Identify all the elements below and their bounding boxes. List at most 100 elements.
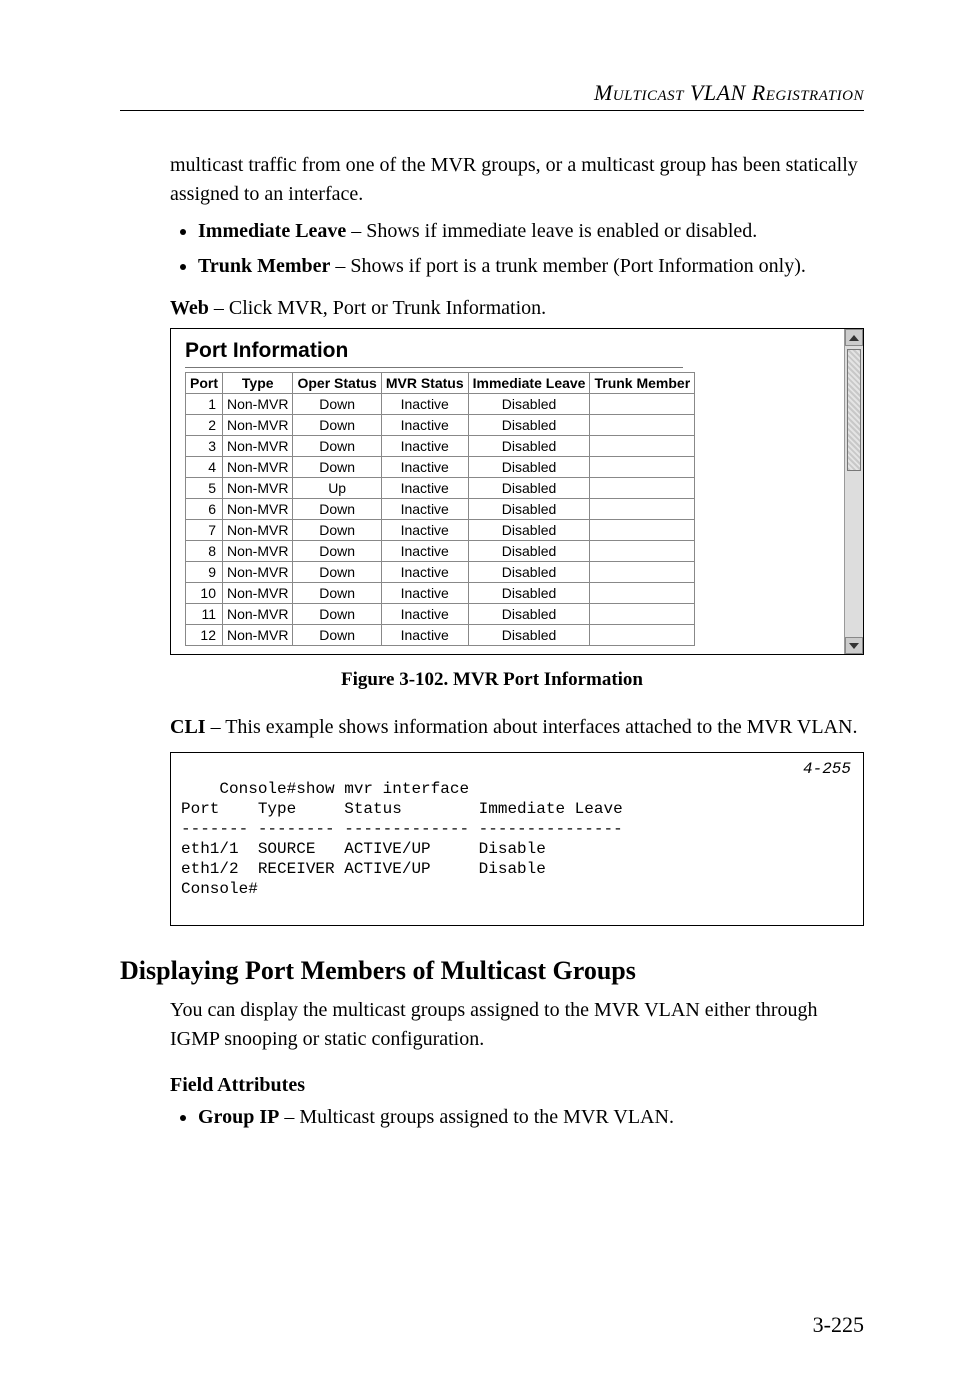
- cell-type: Non-MVR: [223, 625, 293, 646]
- screenshot-panel: Port Information Port Type Oper Status M…: [170, 328, 864, 655]
- table-row: 7Non-MVRDownInactiveDisabled: [186, 520, 695, 541]
- table-header-row: Port Type Oper Status MVR Status Immedia…: [186, 373, 695, 394]
- cell-port: 9: [186, 562, 223, 583]
- cell-type: Non-MVR: [223, 394, 293, 415]
- cell-oper: Down: [293, 457, 381, 478]
- web-desc: – Click MVR, Port or Trunk Information.: [209, 297, 546, 319]
- cell-trunk: [590, 583, 695, 604]
- cell-trunk: [590, 541, 695, 562]
- col-mvr: MVR Status: [381, 373, 468, 394]
- table-row: 4Non-MVRDownInactiveDisabled: [186, 457, 695, 478]
- bullet-group-ip: Group IP – Multicast groups assigned to …: [198, 1103, 864, 1132]
- cell-type: Non-MVR: [223, 499, 293, 520]
- cell-leave: Disabled: [468, 604, 590, 625]
- cell-leave: Disabled: [468, 520, 590, 541]
- cell-oper: Up: [293, 478, 381, 499]
- cell-leave: Disabled: [468, 562, 590, 583]
- table-row: 2Non-MVRDownInactiveDisabled: [186, 415, 695, 436]
- cell-leave: Disabled: [468, 541, 590, 562]
- cell-oper: Down: [293, 541, 381, 562]
- cli-desc: – This example shows information about i…: [206, 716, 858, 738]
- col-leave: Immediate Leave: [468, 373, 590, 394]
- bullet-desc: – Shows if immediate leave is enabled or…: [346, 220, 757, 242]
- bullet-term: Group IP: [198, 1106, 279, 1128]
- port-info-table: Port Type Oper Status MVR Status Immedia…: [185, 372, 695, 646]
- cell-mvr: Inactive: [381, 562, 468, 583]
- table-row: 6Non-MVRDownInactiveDisabled: [186, 499, 695, 520]
- cell-port: 11: [186, 604, 223, 625]
- bottom-bullet-list: Group IP – Multicast groups assigned to …: [170, 1103, 864, 1132]
- bullet-term: Trunk Member: [198, 255, 330, 277]
- cell-port: 5: [186, 478, 223, 499]
- cell-leave: Disabled: [468, 436, 590, 457]
- table-row: 10Non-MVRDownInactiveDisabled: [186, 583, 695, 604]
- scrollbar-thumb[interactable]: [847, 349, 861, 471]
- cell-leave: Disabled: [468, 583, 590, 604]
- scroll-down-button[interactable]: [845, 637, 863, 654]
- cell-oper: Down: [293, 499, 381, 520]
- web-label: Web: [170, 297, 209, 319]
- cell-port: 6: [186, 499, 223, 520]
- bullet-desc: – Shows if port is a trunk member (Port …: [330, 255, 806, 277]
- cell-trunk: [590, 478, 695, 499]
- cell-trunk: [590, 604, 695, 625]
- cell-mvr: Inactive: [381, 583, 468, 604]
- cli-label: CLI: [170, 716, 206, 738]
- cell-mvr: Inactive: [381, 520, 468, 541]
- cell-trunk: [590, 499, 695, 520]
- cell-type: Non-MVR: [223, 604, 293, 625]
- top-bullet-list: Immediate Leave – Shows if immediate lea…: [170, 217, 864, 281]
- bullet-desc: – Multicast groups assigned to the MVR V…: [279, 1106, 674, 1128]
- cell-port: 12: [186, 625, 223, 646]
- col-type: Type: [223, 373, 293, 394]
- cell-oper: Down: [293, 394, 381, 415]
- panel-title: Port Information: [185, 339, 849, 363]
- figure-caption: Figure 3-102. MVR Port Information: [120, 669, 864, 691]
- cell-oper: Down: [293, 436, 381, 457]
- cli-page-ref: 4-255: [803, 759, 851, 779]
- bullet-immediate-leave: Immediate Leave – Shows if immediate lea…: [198, 217, 864, 246]
- cell-trunk: [590, 457, 695, 478]
- cell-leave: Disabled: [468, 625, 590, 646]
- table-row: 5Non-MVRUpInactiveDisabled: [186, 478, 695, 499]
- cell-oper: Down: [293, 520, 381, 541]
- cell-port: 2: [186, 415, 223, 436]
- page-header: Multicast VLAN Registration: [120, 80, 864, 106]
- cell-trunk: [590, 394, 695, 415]
- cell-leave: Disabled: [468, 394, 590, 415]
- cell-type: Non-MVR: [223, 520, 293, 541]
- cell-mvr: Inactive: [381, 541, 468, 562]
- cli-intro: CLI – This example shows information abo…: [170, 713, 864, 742]
- vertical-scrollbar[interactable]: [844, 329, 863, 654]
- bullet-term: Immediate Leave: [198, 220, 346, 242]
- cli-output-text: Console#show mvr interface Port Type Sta…: [181, 780, 623, 898]
- cell-mvr: Inactive: [381, 436, 468, 457]
- web-instruction: Web – Click MVR, Port or Trunk Informati…: [170, 297, 864, 320]
- table-row: 12Non-MVRDownInactiveDisabled: [186, 625, 695, 646]
- cell-port: 10: [186, 583, 223, 604]
- cell-type: Non-MVR: [223, 478, 293, 499]
- col-oper: Oper Status: [293, 373, 381, 394]
- cell-trunk: [590, 562, 695, 583]
- cell-port: 4: [186, 457, 223, 478]
- chevron-up-icon: [849, 335, 859, 341]
- field-attributes-heading: Field Attributes: [170, 1074, 864, 1097]
- cell-trunk: [590, 415, 695, 436]
- cell-trunk: [590, 520, 695, 541]
- cell-port: 8: [186, 541, 223, 562]
- scroll-up-button[interactable]: [845, 329, 863, 346]
- cell-leave: Disabled: [468, 415, 590, 436]
- section-body: You can display the multicast groups ass…: [170, 996, 864, 1054]
- cell-type: Non-MVR: [223, 415, 293, 436]
- cell-type: Non-MVR: [223, 436, 293, 457]
- cell-oper: Down: [293, 604, 381, 625]
- table-row: 1Non-MVRDownInactiveDisabled: [186, 394, 695, 415]
- bullet-trunk-member: Trunk Member – Shows if port is a trunk …: [198, 252, 864, 281]
- cell-type: Non-MVR: [223, 457, 293, 478]
- table-row: 9Non-MVRDownInactiveDisabled: [186, 562, 695, 583]
- cell-type: Non-MVR: [223, 562, 293, 583]
- cell-port: 7: [186, 520, 223, 541]
- cell-mvr: Inactive: [381, 499, 468, 520]
- cell-mvr: Inactive: [381, 394, 468, 415]
- cell-oper: Down: [293, 562, 381, 583]
